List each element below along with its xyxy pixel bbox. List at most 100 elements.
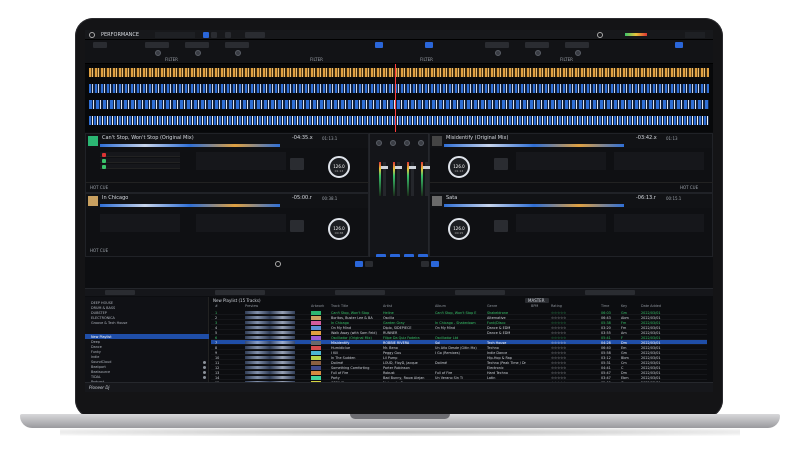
cue-list-row[interactable]: [100, 164, 180, 169]
preview-waveform[interactable]: [245, 326, 295, 329]
fx1-select-2[interactable]: [185, 42, 209, 48]
source-select[interactable]: [105, 290, 135, 295]
rec-button[interactable]: [245, 32, 265, 38]
trim-knob[interactable]: [376, 140, 382, 146]
layout-selector[interactable]: [155, 32, 195, 38]
fx2-on-button[interactable]: [425, 42, 433, 48]
tree-item[interactable]: Beatsource: [91, 370, 110, 374]
layout-2deck-button[interactable]: [203, 32, 209, 38]
deck-select-button[interactable]: [421, 261, 429, 267]
fx-knob[interactable]: [535, 50, 541, 56]
trim-knob[interactable]: [390, 140, 396, 146]
fader-cap[interactable]: [381, 166, 388, 169]
jog-wheel[interactable]: 126.0 00:38: [328, 218, 350, 240]
memory-cue-panel[interactable]: [196, 152, 286, 170]
preview-waveform[interactable]: [245, 341, 295, 344]
cue-list[interactable]: [100, 214, 180, 232]
mini-waveform[interactable]: [444, 204, 624, 207]
memory-cue-panel[interactable]: [196, 214, 286, 232]
preview-waveform[interactable]: [245, 366, 295, 369]
fx-knob[interactable]: [575, 50, 581, 56]
fx2-select-2[interactable]: [525, 42, 549, 48]
preview-waveform[interactable]: [245, 336, 295, 339]
mini-waveform[interactable]: [444, 144, 624, 147]
fader-cap[interactable]: [395, 166, 402, 169]
tree-item[interactable]: Dance: [91, 345, 102, 349]
waveform-deck1[interactable]: [89, 68, 709, 77]
channel-fader[interactable]: [381, 162, 388, 196]
waveform-deck3[interactable]: [89, 100, 709, 109]
fader-cap[interactable]: [423, 166, 430, 169]
waveform-overview[interactable]: [85, 64, 713, 132]
column-header[interactable]: Artist: [383, 304, 392, 308]
column-header[interactable]: Artwork: [311, 304, 324, 308]
cue-list[interactable]: [614, 152, 704, 170]
fx2-select-3[interactable]: [565, 42, 589, 48]
jog-wheel[interactable]: 126.0 00:15: [448, 218, 470, 240]
fx1-select[interactable]: [145, 42, 169, 48]
fx-knob[interactable]: [195, 50, 201, 56]
play-button[interactable]: [494, 220, 508, 232]
mini-waveform[interactable]: [100, 204, 280, 207]
preview-waveform[interactable]: [245, 316, 295, 319]
deck-select-button[interactable]: [431, 261, 439, 267]
search-input[interactable]: [215, 290, 265, 295]
headphone-icon[interactable]: [275, 261, 281, 267]
search-input[interactable]: [335, 290, 385, 295]
preview-waveform[interactable]: [245, 376, 295, 379]
fader-cap[interactable]: [409, 166, 416, 169]
tree-item[interactable]: DEEP HOUSE: [91, 301, 113, 305]
preview-waveform[interactable]: [245, 331, 295, 334]
channel-fader[interactable]: [395, 162, 402, 196]
preview-waveform[interactable]: [245, 371, 295, 374]
deck-select-button[interactable]: [365, 261, 373, 267]
deck-select-button[interactable]: [355, 261, 363, 267]
waveform-deck4[interactable]: [89, 116, 709, 125]
play-button[interactable]: [290, 220, 304, 232]
cue-list[interactable]: [614, 214, 704, 232]
preview-waveform[interactable]: [245, 311, 295, 314]
channel-fader[interactable]: [409, 162, 416, 196]
trim-knob[interactable]: [418, 140, 424, 146]
channel-fader[interactable]: [423, 162, 430, 196]
column-header[interactable]: Album: [435, 304, 446, 308]
fx2-select[interactable]: [485, 42, 509, 48]
preview-waveform[interactable]: [245, 351, 295, 354]
tree-item[interactable]: DUBSTEP: [91, 311, 107, 315]
tree-item[interactable]: Groove & Tech House: [91, 321, 127, 325]
browse-button[interactable]: [225, 32, 231, 38]
search-input[interactable]: [585, 290, 635, 295]
memory-cue-panel[interactable]: [516, 152, 606, 170]
preview-waveform[interactable]: [245, 361, 295, 364]
memory-cue-panel[interactable]: [516, 214, 606, 232]
tree-item[interactable]: TIDAL: [91, 375, 101, 379]
fx-knob[interactable]: [155, 50, 161, 56]
fx1-on-button[interactable]: [375, 42, 383, 48]
preview-waveform[interactable]: [245, 356, 295, 359]
column-header[interactable]: Genre: [487, 304, 497, 308]
tree-item[interactable]: Indie: [91, 355, 99, 359]
tree-item-selected[interactable]: New Playlist: [91, 335, 112, 339]
play-button[interactable]: [290, 158, 304, 170]
fx-knob[interactable]: [495, 50, 501, 56]
search-input[interactable]: [455, 290, 505, 295]
tree-item[interactable]: ELECTRONICA: [91, 316, 115, 320]
column-header[interactable]: Track Title: [331, 304, 348, 308]
tree-item[interactable]: Beatport: [91, 365, 106, 369]
tree-item[interactable]: DRUM & BASS: [91, 306, 115, 310]
mini-waveform[interactable]: [100, 144, 280, 147]
play-button[interactable]: [494, 158, 508, 170]
tree-item[interactable]: Funky: [91, 350, 101, 354]
fx2-auto-button[interactable]: [675, 42, 683, 48]
fx1-toggle[interactable]: [93, 42, 107, 48]
jog-wheel[interactable]: 126.0 01:13: [448, 156, 470, 178]
column-header[interactable]: Time: [601, 304, 609, 308]
column-header[interactable]: Rating: [551, 304, 562, 308]
trim-knob[interactable]: [404, 140, 410, 146]
jog-wheel[interactable]: 126.0 01:13: [328, 156, 350, 178]
tree-item[interactable]: SoundCloud: [91, 360, 111, 364]
waveform-deck2[interactable]: [89, 84, 709, 93]
column-header[interactable]: #: [215, 304, 218, 308]
cue-list-row[interactable]: [100, 158, 180, 163]
layout-4deck-button[interactable]: [211, 32, 217, 38]
